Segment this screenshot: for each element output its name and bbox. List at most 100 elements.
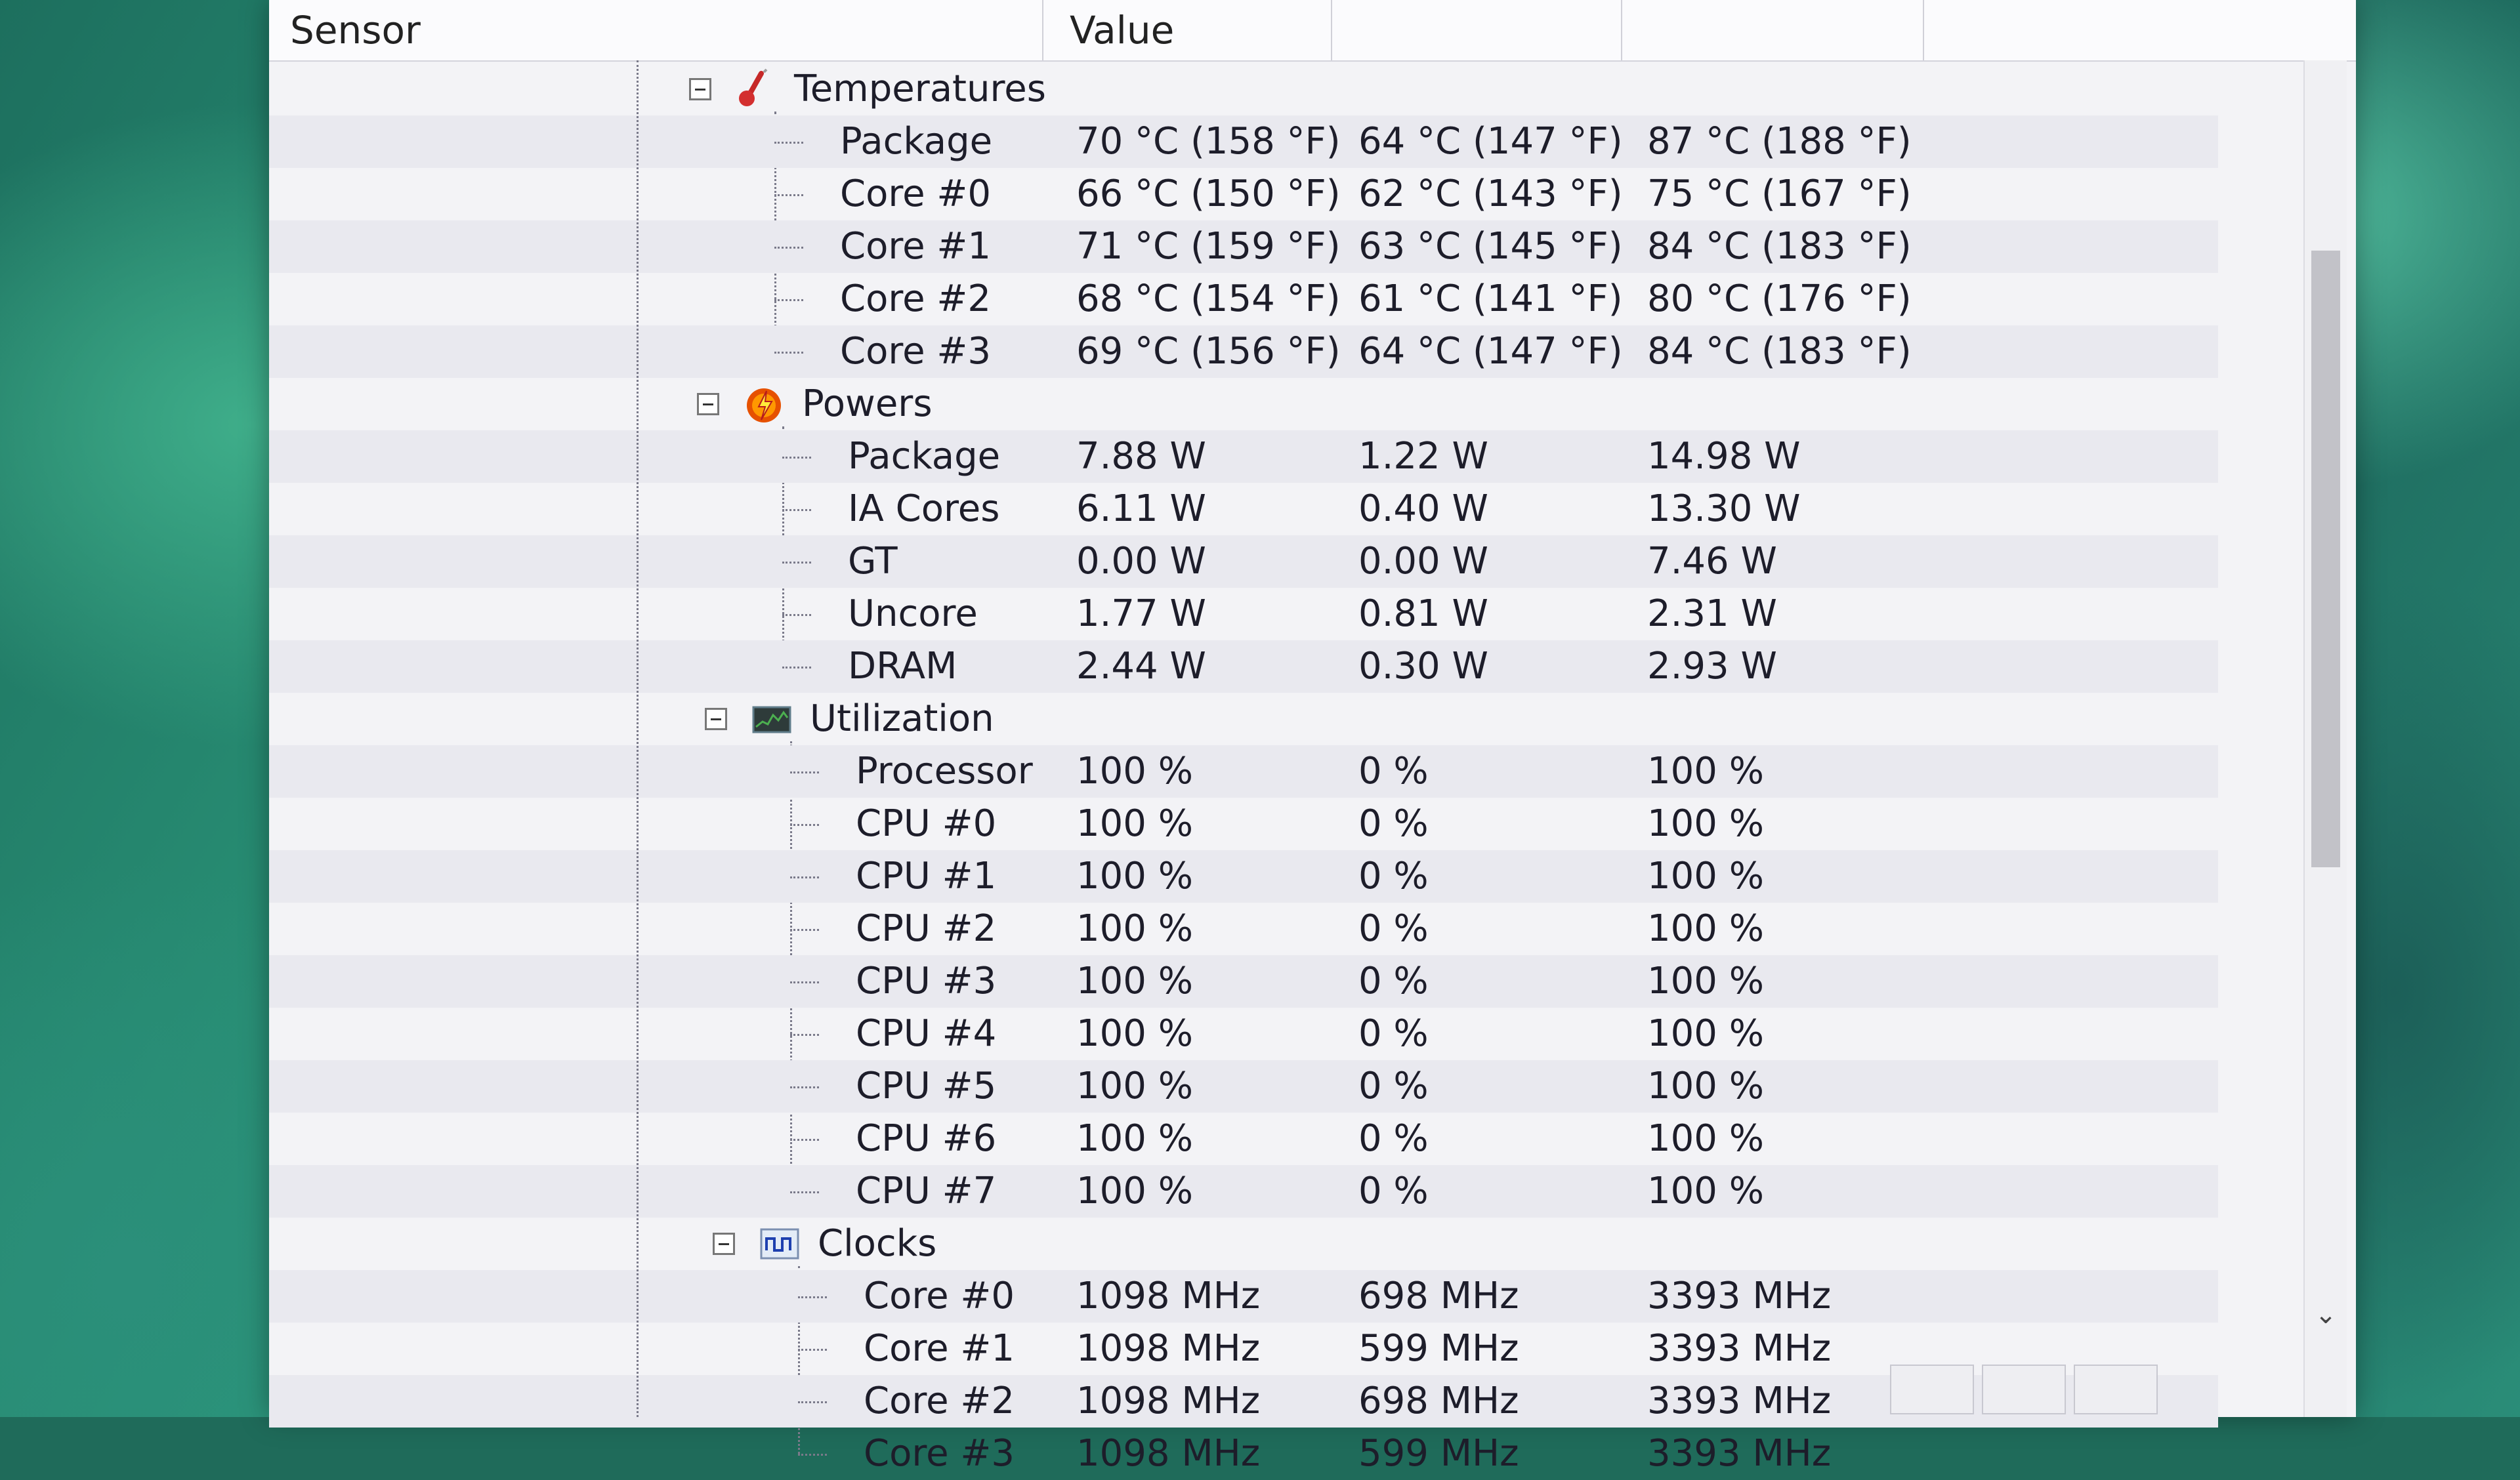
tree-connector-line bbox=[798, 1454, 827, 1456]
sensor-row[interactable]: CPU #4100 %0 %100 % bbox=[269, 1008, 2218, 1060]
tree-connector-line bbox=[798, 1401, 827, 1403]
sensor-row[interactable]: CPU #5100 %0 %100 % bbox=[269, 1060, 2218, 1113]
column-header-value[interactable]: Value bbox=[1043, 0, 1332, 60]
sensor-value: 100 % bbox=[1076, 1165, 1193, 1218]
sensor-row[interactable]: GT0.00 W0.00 W7.46 W bbox=[269, 535, 2218, 588]
sensor-label: Uncore bbox=[848, 588, 978, 640]
sensor-max: 100 % bbox=[1647, 798, 1764, 850]
scroll-down-arrow-icon[interactable]: ⌄ bbox=[2311, 1300, 2340, 1329]
sensor-min: 0.81 W bbox=[1358, 588, 1488, 640]
sensor-row[interactable]: CPU #7100 %0 %100 % bbox=[269, 1165, 2218, 1218]
tree-connector-line bbox=[774, 352, 803, 354]
sensor-min: 0 % bbox=[1358, 955, 1429, 1008]
sensor-label: Core #0 bbox=[840, 168, 991, 220]
sensor-value: 0.00 W bbox=[1076, 535, 1206, 588]
collapse-toggle-icon[interactable] bbox=[713, 1233, 735, 1255]
sensor-max: 14.98 W bbox=[1647, 430, 1801, 483]
sensor-row[interactable]: CPU #2100 %0 %100 % bbox=[269, 903, 2218, 955]
sensor-max: 75 °C (167 °F) bbox=[1647, 168, 1912, 220]
sensor-min: 698 MHz bbox=[1358, 1375, 1519, 1428]
sensor-value: 100 % bbox=[1076, 1060, 1193, 1113]
sensor-max: 2.93 W bbox=[1647, 640, 1777, 693]
sensor-min: 0 % bbox=[1358, 1165, 1429, 1218]
sensor-row[interactable]: Core #171 °C (159 °F)63 °C (145 °F)84 °C… bbox=[269, 220, 2218, 273]
column-header-row: Sensor Value bbox=[269, 0, 2356, 62]
scrollbar-thumb[interactable] bbox=[2311, 251, 2340, 867]
sensor-row[interactable]: Core #268 °C (154 °F)61 °C (141 °F)80 °C… bbox=[269, 273, 2218, 325]
sensor-min: 599 MHz bbox=[1358, 1323, 1519, 1375]
sensor-min: 0.40 W bbox=[1358, 483, 1488, 535]
sensor-group-row[interactable]: Clocks bbox=[269, 1218, 2218, 1270]
sensor-row[interactable]: Package7.88 W1.22 W14.98 W bbox=[269, 430, 2218, 483]
sensor-value: 1098 MHz bbox=[1076, 1270, 1260, 1323]
tree-connector-line bbox=[782, 562, 811, 564]
column-header-sensor[interactable]: Sensor bbox=[269, 0, 1043, 60]
tree-connector-line bbox=[790, 1139, 819, 1141]
collapse-toggle-icon[interactable] bbox=[689, 78, 711, 100]
tree-connector-line bbox=[782, 457, 811, 459]
sensor-label: CPU #2 bbox=[856, 903, 996, 955]
column-header-min[interactable] bbox=[1332, 0, 1622, 60]
sensor-max: 3393 MHz bbox=[1647, 1323, 1831, 1375]
tree-connector-line bbox=[774, 299, 803, 301]
sensor-max: 100 % bbox=[1647, 1113, 1764, 1165]
sensor-label: Core #0 bbox=[864, 1270, 1015, 1323]
sensor-min: 0 % bbox=[1358, 1008, 1429, 1060]
sensor-value: 7.88 W bbox=[1076, 430, 1206, 483]
sensor-label: Core #3 bbox=[840, 325, 991, 378]
sensor-max: 84 °C (183 °F) bbox=[1647, 220, 1912, 273]
sensor-value: 2.44 W bbox=[1076, 640, 1206, 693]
sensor-row[interactable]: Uncore1.77 W0.81 W2.31 W bbox=[269, 588, 2218, 640]
vertical-scrollbar[interactable]: ⌄ bbox=[2303, 60, 2347, 1417]
sensor-max: 13.30 W bbox=[1647, 483, 1801, 535]
sensor-row[interactable]: CPU #0100 %0 %100 % bbox=[269, 798, 2218, 850]
sensor-max: 100 % bbox=[1647, 955, 1764, 1008]
sensor-value: 100 % bbox=[1076, 955, 1193, 1008]
sensor-row[interactable]: CPU #6100 %0 %100 % bbox=[269, 1113, 2218, 1165]
sensor-group-label: Clocks bbox=[818, 1218, 936, 1270]
sensor-max: 100 % bbox=[1647, 745, 1764, 798]
status-box bbox=[1982, 1365, 2066, 1414]
sensor-group-row[interactable]: Temperatures bbox=[269, 63, 2218, 115]
column-header-max[interactable] bbox=[1621, 0, 1924, 60]
sensor-row[interactable]: DRAM2.44 W0.30 W2.93 W bbox=[269, 640, 2218, 693]
sensor-row[interactable]: Package70 °C (158 °F)64 °C (147 °F)87 °C… bbox=[269, 115, 2218, 168]
sensor-min: 698 MHz bbox=[1358, 1270, 1519, 1323]
sensor-row[interactable]: IA Cores 6.11 W 0.40 W 13.30 W bbox=[269, 483, 2218, 535]
sensor-label: Core #2 bbox=[864, 1375, 1015, 1428]
sensor-min: 0 % bbox=[1358, 798, 1429, 850]
sensor-row[interactable]: CPU #3 100 % 0 % 100 % bbox=[269, 955, 2218, 1008]
sensor-label: Package bbox=[848, 430, 1000, 483]
sensor-max: 3393 MHz bbox=[1647, 1270, 1831, 1323]
tree-connector-line bbox=[790, 771, 819, 773]
status-box bbox=[2074, 1365, 2158, 1414]
sensor-row[interactable]: Core #066 °C (150 °F)62 °C (143 °F)75 °C… bbox=[269, 168, 2218, 220]
sensor-min: 0 % bbox=[1358, 1113, 1429, 1165]
sensor-min: 0 % bbox=[1358, 1060, 1429, 1113]
sensor-row[interactable]: Processor100 %0 %100 % bbox=[269, 745, 2218, 798]
sensor-max: 7.46 W bbox=[1647, 535, 1777, 588]
tree-connector-line bbox=[790, 876, 819, 878]
sensor-row[interactable]: Core #369 °C (156 °F)64 °C (147 °F)84 °C… bbox=[269, 325, 2218, 378]
sensor-row[interactable]: Core #31098 MHz599 MHz3393 MHz bbox=[269, 1428, 2218, 1480]
thermometer-icon bbox=[735, 68, 777, 110]
sensor-max: 84 °C (183 °F) bbox=[1647, 325, 1912, 378]
sensor-label: GT bbox=[848, 535, 898, 588]
sensor-row[interactable]: CPU #1100 %0 %100 % bbox=[269, 850, 2218, 903]
sensor-row[interactable]: Core #0 1098 MHz 698 MHz 3393 MHz bbox=[269, 1270, 2218, 1323]
sensor-group-row[interactable]: Utilization bbox=[269, 693, 2218, 745]
tree-connector-line bbox=[774, 247, 803, 249]
sensor-value: 1098 MHz bbox=[1076, 1428, 1260, 1480]
sensor-value: 6.11 W bbox=[1076, 483, 1206, 535]
sensor-group-label: Utilization bbox=[810, 693, 994, 745]
sensor-value: 1098 MHz bbox=[1076, 1323, 1260, 1375]
sensor-label: IA Cores bbox=[848, 483, 999, 535]
tree-connector-line bbox=[790, 824, 819, 826]
collapse-toggle-icon[interactable] bbox=[697, 393, 719, 415]
sensor-group-row[interactable]: Powers bbox=[269, 378, 2218, 430]
power-flame-icon bbox=[743, 383, 785, 425]
sensor-min: 0 % bbox=[1358, 850, 1429, 903]
sensor-label: CPU #3 bbox=[856, 955, 996, 1008]
collapse-toggle-icon[interactable] bbox=[705, 708, 727, 730]
sensor-group-label: Powers bbox=[802, 378, 933, 430]
